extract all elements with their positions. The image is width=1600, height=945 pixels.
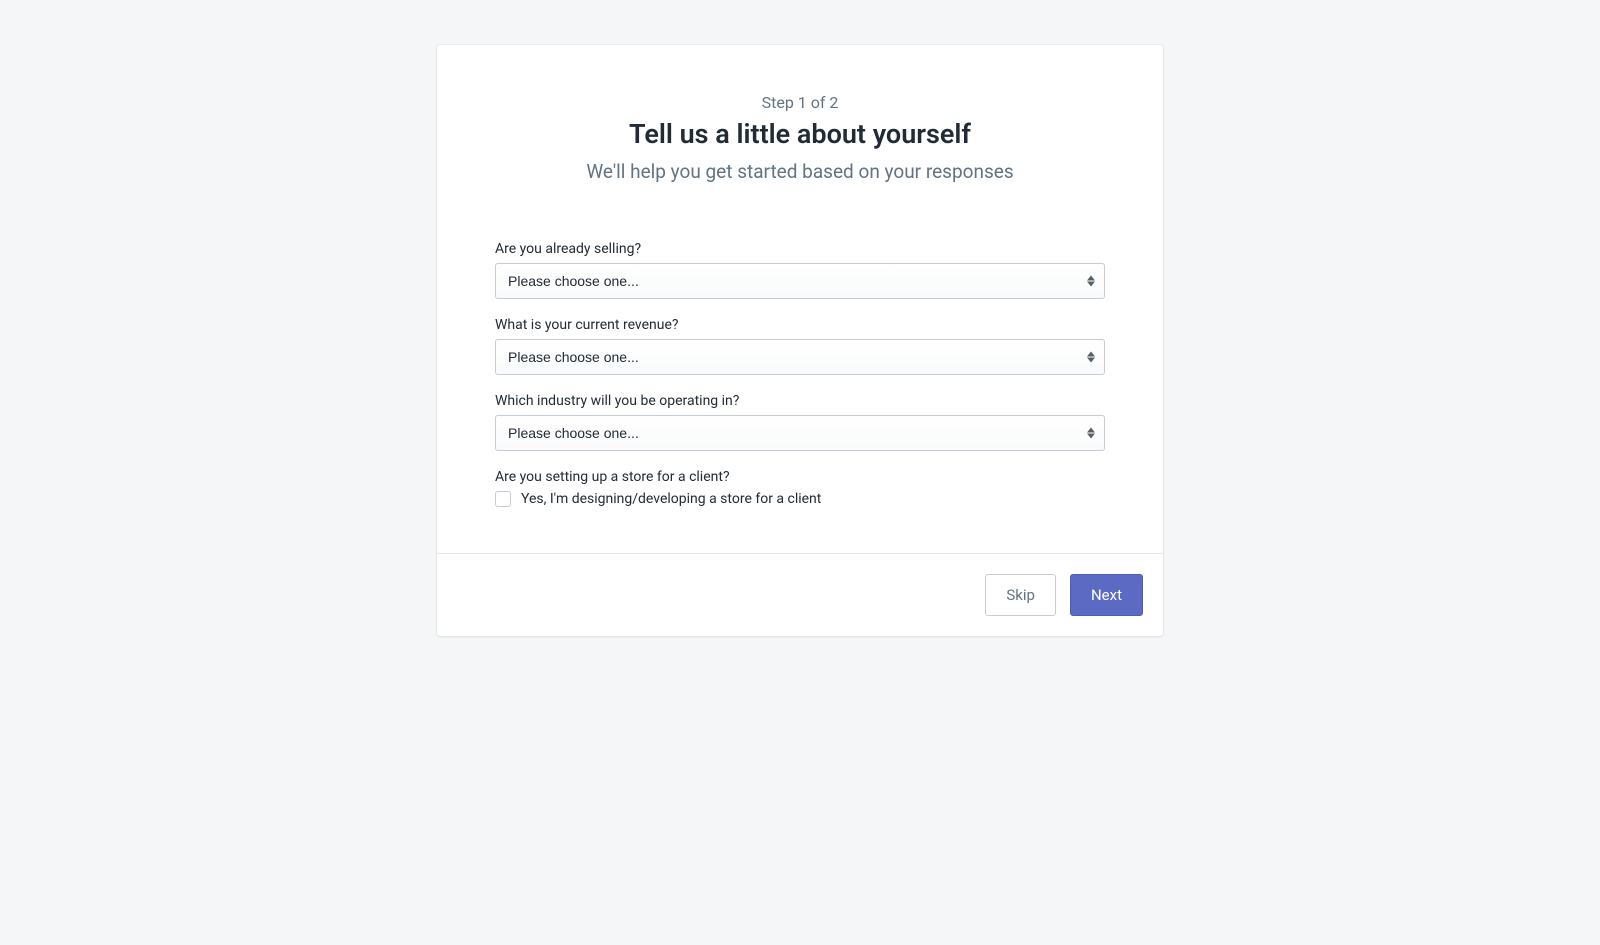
current-revenue-select[interactable]: Please choose one... [495, 339, 1105, 375]
form-group-industry: Which industry will you be operating in?… [495, 393, 1105, 451]
client-setup-checkbox-label[interactable]: Yes, I'm designing/developing a store fo… [521, 491, 821, 507]
client-setup-label: Are you setting up a store for a client? [495, 469, 1105, 485]
form-body: Are you already selling? Please choose o… [437, 183, 1163, 553]
form-group-current-revenue: What is your current revenue? Please cho… [495, 317, 1105, 375]
onboarding-card: Step 1 of 2 Tell us a little about yours… [437, 45, 1163, 636]
current-revenue-label: What is your current revenue? [495, 317, 1105, 333]
next-button[interactable]: Next [1070, 574, 1143, 616]
page-subtitle: We'll help you get started based on your… [495, 160, 1105, 183]
industry-select[interactable]: Please choose one... [495, 415, 1105, 451]
step-indicator: Step 1 of 2 [495, 93, 1105, 112]
client-setup-checkbox-row: Yes, I'm designing/developing a store fo… [495, 491, 1105, 507]
form-group-already-selling: Are you already selling? Please choose o… [495, 241, 1105, 299]
card-footer: Skip Next [437, 553, 1163, 636]
skip-button[interactable]: Skip [985, 574, 1056, 616]
industry-label: Which industry will you be operating in? [495, 393, 1105, 409]
industry-select-wrapper: Please choose one... [495, 415, 1105, 451]
already-selling-select[interactable]: Please choose one... [495, 263, 1105, 299]
client-setup-checkbox[interactable] [495, 491, 511, 507]
already-selling-select-wrapper: Please choose one... [495, 263, 1105, 299]
page-title: Tell us a little about yourself [495, 118, 1105, 150]
form-group-client-setup: Are you setting up a store for a client?… [495, 469, 1105, 507]
current-revenue-select-wrapper: Please choose one... [495, 339, 1105, 375]
already-selling-label: Are you already selling? [495, 241, 1105, 257]
card-header: Step 1 of 2 Tell us a little about yours… [437, 45, 1163, 183]
